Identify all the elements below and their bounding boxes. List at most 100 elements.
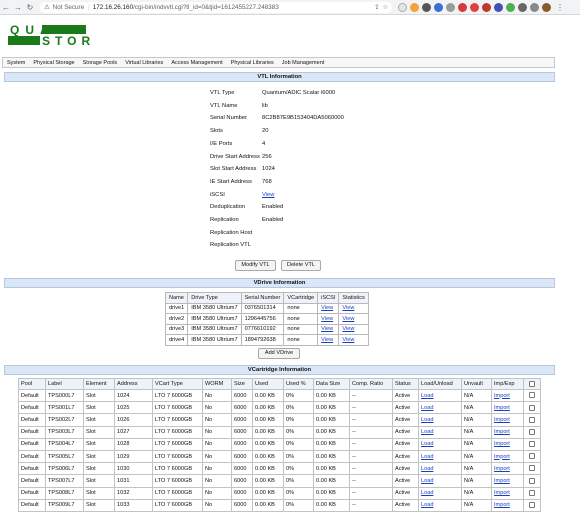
extension-icon[interactable]: [506, 2, 515, 12]
address-bar[interactable]: ⚠ Not Secure | 172.16.26.160/cgi-bin/ind…: [40, 1, 392, 13]
delete-vtl-button[interactable]: Delete VTL: [281, 260, 321, 271]
cell-import-link[interactable]: Import: [491, 486, 524, 500]
row-select-cell[interactable]: [523, 388, 541, 403]
row-select-cell[interactable]: [523, 449, 541, 464]
extension-icon[interactable]: [446, 2, 455, 12]
menu-item-virtual-libraries[interactable]: Virtual Libraries: [121, 60, 167, 66]
info-value: 1024: [262, 166, 275, 173]
cell-used: 0.00 KB: [252, 437, 284, 451]
bookmark-star-icon[interactable]: ☆: [382, 4, 388, 11]
extension-icon[interactable]: [458, 2, 467, 12]
row-checkbox[interactable]: [529, 465, 535, 472]
cell-address: 1028: [114, 437, 153, 451]
extension-icon[interactable]: [482, 2, 491, 12]
cell-address: 1032: [114, 486, 153, 500]
cell-load-link[interactable]: Load: [418, 388, 462, 403]
cell-label: TPS005L7: [45, 449, 84, 464]
back-icon[interactable]: ←: [0, 0, 12, 15]
cell-status: Active: [392, 449, 419, 464]
menu-item-physical-storage[interactable]: Physical Storage: [29, 60, 78, 66]
add-vdrive-button[interactable]: Add VDrive: [258, 348, 300, 359]
cell-import-link[interactable]: Import: [491, 437, 524, 451]
cell-import-link[interactable]: Import: [491, 474, 524, 488]
row-select-cell[interactable]: [523, 413, 541, 427]
iscsi-view-link[interactable]: View: [317, 302, 340, 314]
extension-icon[interactable]: [398, 2, 407, 12]
cell-load-link[interactable]: Load: [418, 425, 462, 439]
column-header: Pool: [18, 378, 46, 390]
statistics-view-link[interactable]: View: [338, 302, 369, 314]
row-checkbox[interactable]: [529, 441, 535, 448]
select-all-checkbox[interactable]: [529, 380, 535, 387]
statistics-view-link[interactable]: View: [338, 323, 369, 335]
menu-item-system[interactable]: System: [3, 60, 29, 66]
cell-load-link[interactable]: Load: [418, 437, 462, 451]
cell-status: Active: [392, 462, 419, 476]
menu-item-storage-pools[interactable]: Storage Pools: [79, 60, 122, 66]
row-checkbox[interactable]: [529, 404, 535, 411]
cell-status: Active: [392, 486, 419, 500]
select-all-column[interactable]: [523, 378, 541, 390]
row-checkbox[interactable]: [529, 428, 535, 435]
statistics-view-link[interactable]: View: [338, 313, 369, 325]
iscsi-view-link[interactable]: View: [317, 313, 340, 325]
cell-load-link[interactable]: Load: [418, 413, 462, 427]
iscsi-view-link[interactable]: View: [317, 323, 340, 335]
menu-item-access-management[interactable]: Access Management: [167, 60, 226, 66]
avatar[interactable]: [542, 2, 551, 12]
forward-icon[interactable]: →: [12, 0, 24, 15]
menu-item-job-management[interactable]: Job Management: [278, 60, 329, 66]
row-select-cell[interactable]: [523, 474, 541, 488]
iscsi-view-link[interactable]: View: [317, 334, 340, 346]
cell-import-link[interactable]: Import: [491, 413, 524, 427]
statistics-view-link[interactable]: View: [338, 334, 369, 346]
row-select-cell[interactable]: [523, 462, 541, 476]
cell-load-link[interactable]: Load: [418, 401, 462, 415]
cell-import-link[interactable]: Import: [491, 425, 524, 439]
extension-icon[interactable]: [434, 2, 443, 12]
row-checkbox[interactable]: [529, 416, 535, 423]
cell-import-link[interactable]: Import: [491, 449, 524, 464]
cell-used: 0.00 KB: [252, 486, 284, 500]
drive-name: drive4: [164, 334, 189, 346]
modify-vtl-button[interactable]: Modify VTL: [235, 260, 276, 271]
table-row: Default TPS001L7 Slot 1025 LTO 7 6000GB No 600…: [18, 401, 541, 415]
row-checkbox[interactable]: [529, 489, 535, 496]
cell-load-link[interactable]: Load: [418, 449, 462, 464]
row-select-cell[interactable]: [523, 486, 541, 500]
reload-icon[interactable]: ↻: [24, 0, 36, 15]
cell-load-link[interactable]: Load: [418, 498, 462, 512]
cell-load-link[interactable]: Load: [418, 474, 462, 488]
extension-icon[interactable]: [422, 2, 431, 12]
cell-import-link[interactable]: Import: [491, 388, 524, 403]
cell-import-link[interactable]: Import: [491, 401, 524, 415]
share-icon[interactable]: ⇪: [374, 4, 379, 11]
row-select-cell[interactable]: [523, 498, 541, 512]
row-checkbox[interactable]: [529, 477, 535, 484]
extension-icon[interactable]: [518, 2, 527, 12]
extension-icon[interactable]: [494, 2, 503, 12]
cell-address: 1026: [114, 413, 153, 427]
cell-used: 0.00 KB: [252, 401, 284, 415]
cell-load-link[interactable]: Load: [418, 486, 462, 500]
iscsi-view-link[interactable]: View: [262, 192, 274, 198]
cell-comp-ratio: --: [349, 462, 393, 476]
cell-load-link[interactable]: Load: [418, 462, 462, 476]
row-select-cell[interactable]: [523, 437, 541, 451]
row-checkbox[interactable]: [529, 453, 535, 460]
cell-used-percent: 0%: [283, 401, 314, 415]
cell-import-link[interactable]: Import: [491, 462, 524, 476]
table-row: drive4 IBM 3580 Ultrium7 1894792638 none…: [164, 334, 369, 346]
row-checkbox[interactable]: [529, 392, 535, 399]
puzzle-icon[interactable]: [530, 2, 539, 12]
extension-icon[interactable]: [410, 2, 419, 12]
cell-vcart-type: LTO 7 6000GB: [152, 462, 203, 476]
menu-item-physical-libraries[interactable]: Physical Libraries: [227, 60, 278, 66]
row-select-cell[interactable]: [523, 425, 541, 439]
cell-import-link[interactable]: Import: [491, 498, 524, 512]
row-select-cell[interactable]: [523, 401, 541, 415]
cell-label: TPS000L7: [45, 388, 84, 403]
extension-icon[interactable]: [470, 2, 479, 12]
row-checkbox[interactable]: [529, 502, 535, 509]
menu-dots-icon[interactable]: ⋮: [554, 0, 566, 15]
